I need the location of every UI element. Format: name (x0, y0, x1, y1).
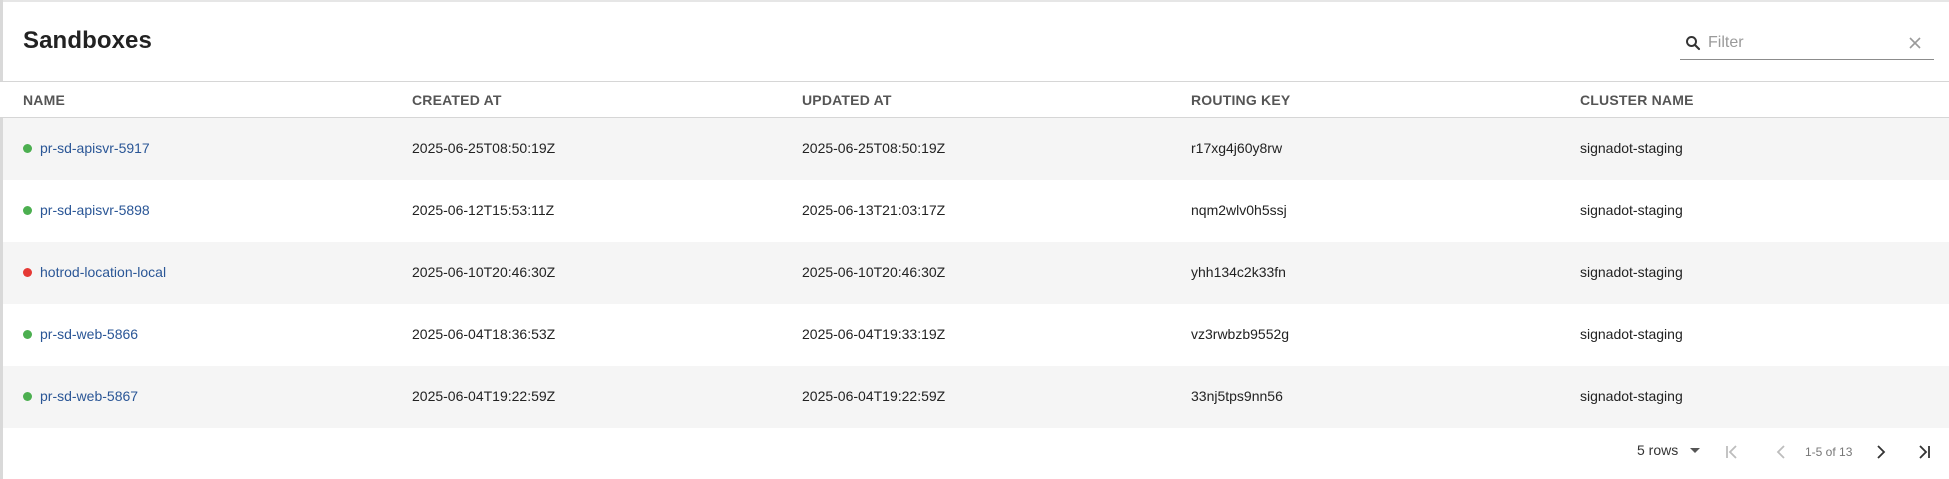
column-header-name[interactable]: NAME (23, 92, 65, 108)
table-row[interactable]: pr-sd-web-5866 2025-06-04T18:36:53Z 2025-0… (3, 304, 1949, 366)
name-cell: pr-sd-apisvr-5917 (23, 140, 150, 156)
status-dot-icon (23, 391, 32, 401)
rows-per-page-label: 5 rows (1637, 442, 1679, 458)
name-cell: pr-sd-web-5866 (23, 326, 138, 342)
created-at-cell: 2025-06-04T19:22:59Z (412, 388, 556, 404)
updated-at-cell: 2025-06-04T19:22:59Z (802, 388, 946, 404)
status-dot-icon (23, 329, 32, 339)
name-cell: pr-sd-web-5867 (23, 388, 138, 404)
column-header-cluster-name[interactable]: CLUSTER NAME (1580, 92, 1694, 108)
column-header-routing-key[interactable]: ROUTING KEY (1191, 92, 1290, 108)
routing-key-cell: r17xg4j60y8rw (1191, 140, 1283, 156)
close-icon[interactable] (1908, 36, 1922, 50)
search-icon (1686, 36, 1701, 51)
filter-input[interactable] (1708, 30, 1898, 56)
column-header-created-at[interactable]: CREATED AT (412, 92, 502, 108)
status-dot-icon (23, 267, 32, 277)
created-at-cell: 2025-06-10T20:46:30Z (412, 264, 556, 280)
table-header: NAME CREATED AT UPDATED AT ROUTING KEY C… (0, 82, 1949, 118)
updated-at-cell: 2025-06-25T08:50:19Z (802, 140, 946, 156)
rows-per-page-select[interactable]: 5 rows (1637, 442, 1701, 458)
sandbox-name-link[interactable]: pr-sd-web-5867 (40, 388, 138, 404)
filter-field[interactable] (1680, 26, 1934, 60)
first-page-icon[interactable] (1722, 442, 1742, 462)
routing-key-cell: vz3rwbzb9552g (1191, 326, 1290, 342)
updated-at-cell: 2025-06-10T20:46:30Z (802, 264, 946, 280)
sandbox-name-link[interactable]: pr-sd-web-5866 (40, 326, 138, 342)
cluster-name-cell: signadot-staging (1580, 202, 1683, 218)
cluster-name-cell: signadot-staging (1580, 326, 1683, 342)
updated-at-cell: 2025-06-13T21:03:17Z (802, 202, 946, 218)
created-at-cell: 2025-06-25T08:50:19Z (412, 140, 556, 156)
name-cell: hotrod-location-local (23, 264, 166, 280)
sandbox-name-link[interactable]: pr-sd-apisvr-5917 (40, 140, 150, 156)
status-dot-icon (23, 143, 32, 153)
page-range-label: 1-5 of 13 (1805, 445, 1853, 459)
routing-key-cell: nqm2wlv0h5ssj (1191, 202, 1287, 218)
table-row[interactable]: pr-sd-apisvr-5917 2025-06-25T08:50:19Z 202… (3, 118, 1949, 180)
name-cell: pr-sd-apisvr-5898 (23, 202, 150, 218)
chevron-left-icon[interactable] (1772, 442, 1792, 462)
cluster-name-cell: signadot-staging (1580, 264, 1683, 280)
last-page-icon[interactable] (1914, 442, 1934, 462)
column-header-updated-at[interactable]: UPDATED AT (802, 92, 892, 108)
routing-key-cell: 33nj5tps9nn56 (1191, 388, 1283, 404)
table-row[interactable]: pr-sd-web-5867 2025-06-04T19:22:59Z 2025-0… (3, 366, 1949, 428)
pagination: 5 rows 1-5 of 13 (0, 428, 1949, 479)
routing-key-cell: yhh134c2k33fn (1191, 264, 1286, 280)
updated-at-cell: 2025-06-04T19:33:19Z (802, 326, 946, 342)
chevron-down-icon (1690, 447, 1701, 453)
sandbox-name-link[interactable]: hotrod-location-local (40, 264, 166, 280)
sandboxes-panel: Sandboxes NAME CREATED AT UPDATED AT ROU… (0, 0, 1949, 479)
cluster-name-cell: signadot-staging (1580, 140, 1683, 156)
page-title: Sandboxes (23, 27, 152, 54)
status-dot-icon (23, 205, 32, 215)
created-at-cell: 2025-06-04T18:36:53Z (412, 326, 556, 342)
table-row[interactable]: hotrod-location-local 2025-06-10T20:46:30… (3, 242, 1949, 304)
sandbox-name-link[interactable]: pr-sd-apisvr-5898 (40, 202, 150, 218)
chevron-right-icon[interactable] (1870, 442, 1890, 462)
cluster-name-cell: signadot-staging (1580, 388, 1683, 404)
panel-header: Sandboxes (0, 0, 1949, 82)
table-row[interactable]: pr-sd-apisvr-5898 2025-06-12T15:53:11Z 202… (3, 180, 1949, 242)
created-at-cell: 2025-06-12T15:53:11Z (412, 202, 555, 218)
